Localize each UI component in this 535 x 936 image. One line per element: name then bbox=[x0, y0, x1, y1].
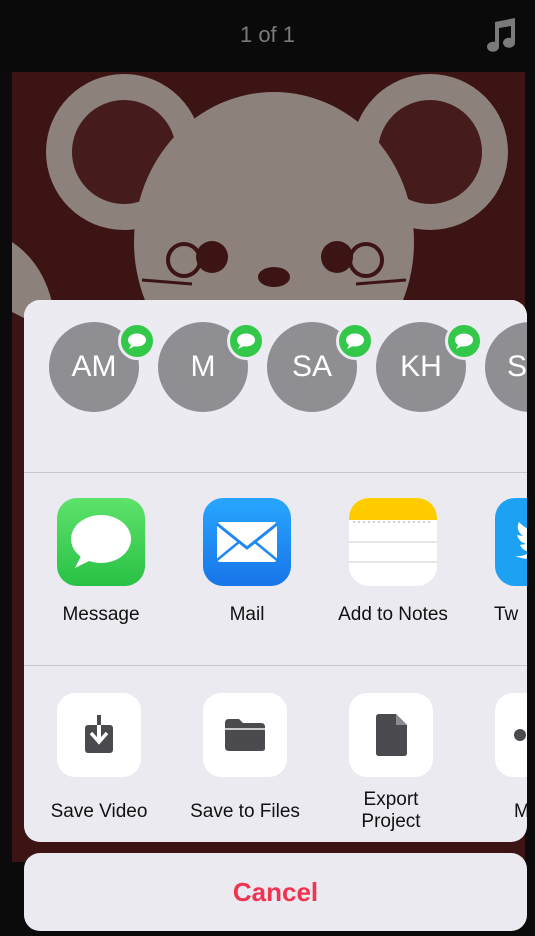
page-counter: 1 of 1 bbox=[239, 22, 296, 47]
action-label: Save to Files bbox=[190, 801, 300, 822]
save-video-icon bbox=[57, 693, 141, 777]
folder-icon bbox=[203, 693, 287, 777]
people-row: AM M SA KH S bbox=[24, 300, 527, 472]
app-label: Mail bbox=[229, 604, 265, 625]
screen: 1 of 1 AM M SA KH S Message Mail Add to … bbox=[0, 0, 535, 936]
avatar-initials: KH bbox=[400, 350, 442, 383]
divider bbox=[24, 665, 527, 666]
share-app-notes[interactable]: Add to Notes bbox=[316, 498, 462, 648]
share-app-mail[interactable]: Mail bbox=[170, 498, 316, 648]
app-label: Tw bbox=[494, 604, 519, 625]
app-label: Message bbox=[62, 604, 140, 625]
message-bubble-icon bbox=[445, 322, 483, 360]
app-label: Add to Notes bbox=[338, 604, 448, 625]
avatar-initials: M bbox=[190, 350, 216, 383]
share-app-message[interactable]: Message bbox=[24, 498, 170, 648]
action-save-video[interactable]: Save Video bbox=[24, 693, 170, 842]
mail-app-icon bbox=[203, 498, 291, 586]
twitter-app-icon bbox=[495, 498, 527, 586]
document-icon bbox=[349, 693, 433, 777]
more-icon bbox=[495, 693, 527, 777]
divider bbox=[24, 472, 527, 473]
music-note-icon[interactable] bbox=[481, 16, 521, 56]
notes-app-icon bbox=[349, 498, 437, 586]
avatar-initials: AM bbox=[71, 350, 117, 383]
action-label: Export Project bbox=[361, 789, 421, 832]
top-bar: 1 of 1 bbox=[0, 0, 535, 72]
cancel-button[interactable]: Cancel bbox=[24, 853, 527, 931]
messages-app-icon bbox=[57, 498, 145, 586]
message-bubble-icon bbox=[118, 322, 156, 360]
action-label: Save Video bbox=[50, 801, 148, 822]
avatar-initials: SA bbox=[291, 350, 333, 383]
avatar-initials: S bbox=[507, 350, 527, 383]
action-save-to-files[interactable]: Save to Files bbox=[170, 693, 316, 842]
message-bubble-icon bbox=[227, 322, 265, 360]
action-export-project[interactable]: Export Project bbox=[316, 693, 462, 842]
action-more[interactable]: M bbox=[462, 693, 527, 842]
message-bubble-icon bbox=[336, 322, 374, 360]
action-label: M bbox=[514, 801, 527, 822]
share-app-twitter[interactable]: Tw bbox=[462, 498, 527, 648]
share-sheet: AM M SA KH S Message Mail Add to Notes T… bbox=[24, 300, 527, 842]
